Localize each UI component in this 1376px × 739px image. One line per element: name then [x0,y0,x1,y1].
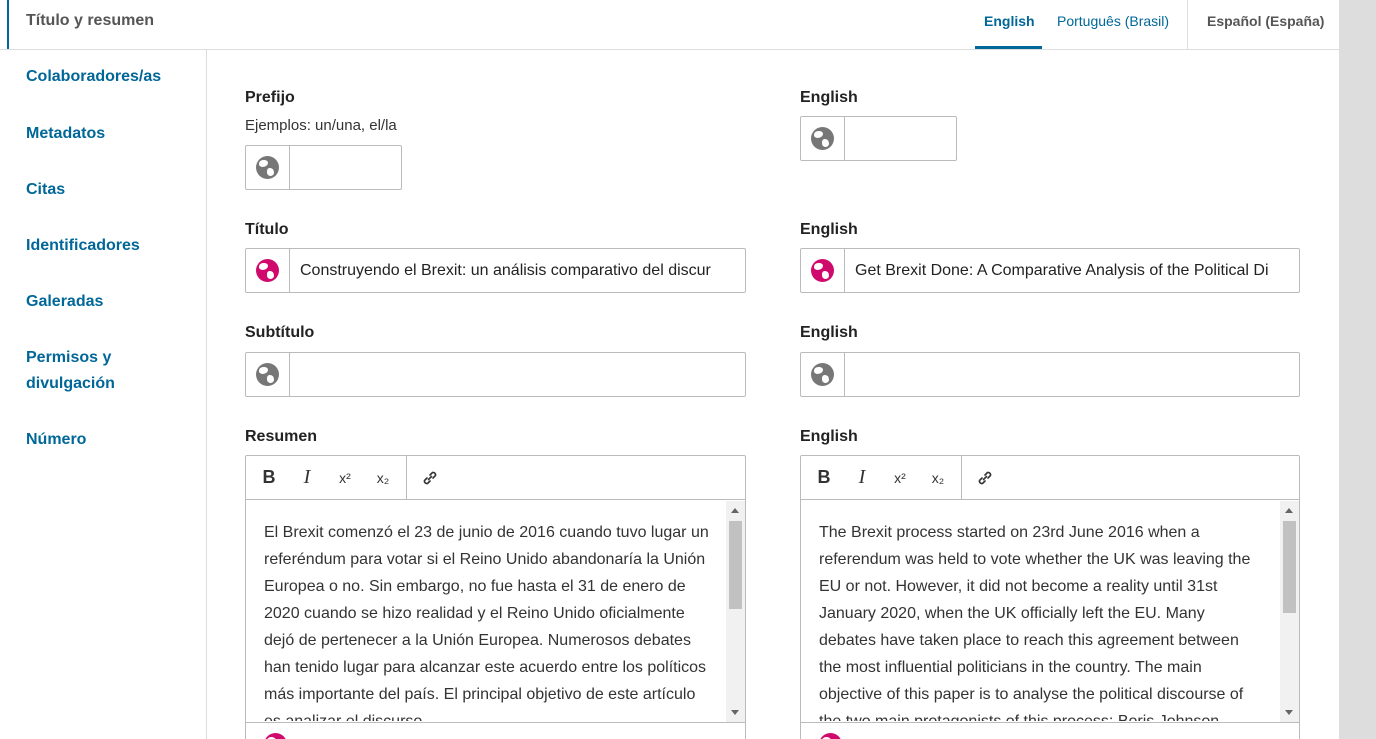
tab-divider [1187,0,1188,49]
sidebar-item-galeradas[interactable]: Galeradas [26,289,103,315]
tab-portuguese-brasil[interactable]: Português (Brasil) [1057,13,1169,29]
sidebar-item-identificadores[interactable]: Identificadores [26,233,140,259]
locale-globe[interactable] [801,117,845,160]
locale-globe[interactable] [801,353,845,396]
editor-toolbar: B I x² x₂ [801,455,1299,500]
subtitle-value[interactable] [290,353,745,396]
abstract-en-label: English [800,428,858,445]
panel-header: Título y resumen English Português (Bras… [0,0,1339,50]
abstract-en-editor: B I x² x₂ The Brexit process started on … [800,455,1300,739]
prefix-en-value[interactable] [845,117,956,160]
editor-toolbar: B I x² x₂ [246,455,745,500]
link-button[interactable] [966,456,1004,500]
header-accent-bar [7,0,9,49]
scroll-thumb[interactable] [729,521,742,609]
globe-icon[interactable] [264,733,287,739]
sidebar-item-colaboradores[interactable]: Colaboradores/as [26,64,161,90]
sidebar-item-metadatos[interactable]: Metadatos [26,121,105,147]
subtitle-input[interactable] [245,352,746,397]
panel-title: Título y resumen [26,12,155,29]
italic-button[interactable]: I [843,456,881,500]
subtitle-label: Subtítulo [245,324,315,341]
scroll-thumb[interactable] [1283,521,1296,613]
prefix-input[interactable] [245,145,402,190]
sidebar-item-numero[interactable]: Número [26,427,86,453]
tab-espanol-espana[interactable]: Español (España) [1207,13,1324,29]
prefix-value[interactable] [290,146,401,189]
abstract-text[interactable]: El Brexit comenzó el 23 de junio de 2016… [246,501,727,721]
globe-icon [811,127,834,150]
globe-icon [811,259,834,282]
italic-button[interactable]: I [288,456,326,500]
scroll-up-arrow-icon[interactable] [731,508,739,513]
tab-english[interactable]: English [984,13,1035,29]
globe-icon [256,363,279,386]
submission-metadata-panel: Título y resumen English Português (Bras… [0,0,1339,739]
active-tab-indicator [975,46,1042,49]
prefix-label: Prefijo [245,89,295,106]
superscript-button[interactable]: x² [881,456,919,500]
abstract-label: Resumen [245,428,318,445]
toolbar-separator [961,455,962,500]
link-icon [978,471,992,484]
globe-icon[interactable] [819,733,842,739]
scroll-down-arrow-icon[interactable] [1285,710,1293,715]
sidebar-item-citas[interactable]: Citas [26,177,65,203]
title-en-label: English [800,221,858,238]
sidebar-nav: Colaboradores/as Metadatos Citas Identif… [0,50,207,739]
globe-icon [811,363,834,386]
locale-globe[interactable] [801,249,845,292]
sidebar-item-permisos[interactable]: Permisos y divulgación [26,345,156,397]
editor-scrollbar[interactable] [1280,501,1299,722]
title-input[interactable]: Construyendo el Brexit: un análisis comp… [245,248,746,293]
scroll-down-arrow-icon[interactable] [731,710,739,715]
locale-globe[interactable] [246,249,290,292]
link-icon [423,471,437,484]
prefix-en-label: English [800,89,858,106]
locale-globe[interactable] [246,353,290,396]
globe-icon [256,156,279,179]
scroll-up-arrow-icon[interactable] [1285,508,1293,513]
title-value[interactable]: Construyendo el Brexit: un análisis comp… [290,249,745,292]
abstract-editor: B I x² x₂ El Brexit comenzó el 23 de jun… [245,455,746,739]
abstract-en-text[interactable]: The Brexit process started on 23rd June … [801,501,1281,721]
subtitle-en-input[interactable] [800,352,1300,397]
bold-button[interactable]: B [250,456,288,500]
subtitle-en-label: English [800,324,858,341]
bold-button[interactable]: B [805,456,843,500]
toolbar-separator [406,455,407,500]
editor-footer [246,722,745,739]
subscript-button[interactable]: x₂ [919,456,957,500]
prefix-description: Ejemplos: un/una, el/la [245,117,397,134]
title-en-input[interactable]: Get Brexit Done: A Comparative Analysis … [800,248,1300,293]
prefix-en-input[interactable] [800,116,957,161]
locale-globe[interactable] [246,146,290,189]
superscript-button[interactable]: x² [326,456,364,500]
editor-footer [801,722,1299,739]
title-en-value[interactable]: Get Brexit Done: A Comparative Analysis … [845,249,1299,292]
subtitle-en-value[interactable] [845,353,1299,396]
editor-scrollbar[interactable] [726,501,745,722]
page-scroll-gutter [1339,0,1376,739]
subscript-button[interactable]: x₂ [364,456,402,500]
title-label: Título [245,221,289,238]
link-button[interactable] [411,456,449,500]
globe-icon [256,259,279,282]
